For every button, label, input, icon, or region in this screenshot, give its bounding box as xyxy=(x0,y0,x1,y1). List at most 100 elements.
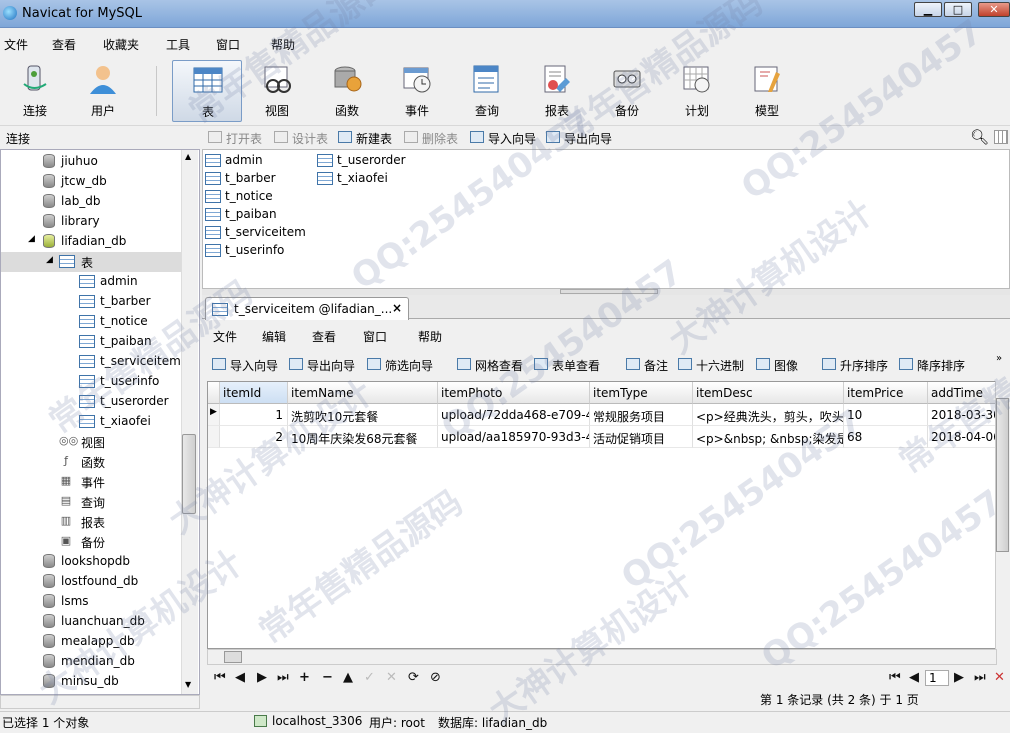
toolbar-view-button[interactable]: 视图 xyxy=(242,60,312,122)
tree-database-item[interactable]: lsms xyxy=(1,592,181,612)
table-cell[interactable]: 2018-04-06 xyxy=(928,426,996,448)
tree-table-item[interactable]: admin xyxy=(1,272,181,292)
toolbar-function-button[interactable]: 函数 xyxy=(312,60,382,122)
menu-view[interactable]: 查看 xyxy=(52,36,76,53)
object-list-table-item[interactable]: t_paiban xyxy=(205,207,277,221)
menu-window[interactable]: 窗口 xyxy=(216,36,240,53)
form-view-button[interactable]: 表单查看 xyxy=(534,357,600,374)
tree-table-item[interactable]: t_userorder xyxy=(1,392,181,412)
tree-group-item[interactable]: ƒ 函数 xyxy=(1,452,181,472)
object-list-table-item[interactable]: t_serviceitem xyxy=(205,225,306,239)
expand-arrow-icon[interactable]: ◢ xyxy=(28,234,35,244)
tree-group-item[interactable]: ▣ 备份 xyxy=(1,532,181,552)
tree-database-item[interactable]: library xyxy=(1,212,181,232)
toolbar-table-button[interactable]: 表 xyxy=(172,60,242,122)
sort-descending-button[interactable]: 降序排序 xyxy=(899,357,965,374)
delete-table-button[interactable]: 删除表 xyxy=(404,130,458,147)
last-page-icon[interactable]: ⏭ xyxy=(974,670,986,685)
export-wizard-button[interactable]: 导出向导 xyxy=(546,130,612,147)
table-cell[interactable]: 1 xyxy=(220,404,288,426)
tree-group-item[interactable]: ▦ 事件 xyxy=(1,472,181,492)
grid-horizontal-thumb[interactable] xyxy=(224,651,242,663)
tree-horizontal-scrollbar[interactable] xyxy=(0,695,200,709)
close-button[interactable]: ✕ xyxy=(978,2,1010,17)
toolbar-event-button[interactable]: 事件 xyxy=(382,60,452,122)
column-header[interactable]: itemType xyxy=(590,382,693,404)
tree-table-item[interactable]: t_serviceitem xyxy=(1,352,181,372)
tree-group-item[interactable]: ▥ 报表 xyxy=(1,512,181,532)
object-list-table-item[interactable]: t_xiaofei xyxy=(317,171,388,185)
menu-help[interactable]: 帮助 xyxy=(271,36,295,53)
scroll-down-arrow-icon[interactable]: ▼ xyxy=(185,680,191,689)
tree-table-item[interactable]: t_paiban xyxy=(1,332,181,352)
menu-favorites[interactable]: 收藏夹 xyxy=(103,36,139,53)
more-tools-chevron-icon[interactable]: » xyxy=(996,353,1002,364)
new-table-button[interactable]: 新建表 xyxy=(338,130,392,147)
toolbar-schedule-button[interactable]: 计划 xyxy=(662,60,732,122)
tree-table-item[interactable]: t_xiaofei xyxy=(1,412,181,432)
column-header[interactable]: itemName xyxy=(288,382,438,404)
column-header[interactable]: itemPrice xyxy=(844,382,928,404)
tree-database-item[interactable]: minsu_db xyxy=(1,672,181,692)
object-list-table-item[interactable]: admin xyxy=(205,153,263,167)
table-cell[interactable]: 2 xyxy=(220,426,288,448)
tree-group-item[interactable]: ◎◎ 视图 xyxy=(1,432,181,452)
tree-database-item[interactable]: lookshopdb xyxy=(1,552,181,572)
column-header[interactable]: itemPhoto xyxy=(438,382,590,404)
minimize-button[interactable]: ▁ xyxy=(914,2,942,17)
tree-vertical-scrollbar[interactable]: ▲ ▼ xyxy=(181,150,198,694)
tree-database-item[interactable]: luanchuan_db xyxy=(1,612,181,632)
grid-vertical-thumb[interactable] xyxy=(996,398,1009,552)
grid-view-button[interactable]: 网格查看 xyxy=(457,357,523,374)
table-cell[interactable]: 10 xyxy=(844,404,928,426)
sort-ascending-button[interactable]: 升序排序 xyxy=(822,357,888,374)
table-cell[interactable]: 常规服务项目 xyxy=(590,404,693,426)
table-cell[interactable]: 洗剪吹10元套餐 xyxy=(288,404,438,426)
column-header[interactable]: itemId xyxy=(220,382,288,404)
next-page-icon[interactable]: ▶ xyxy=(954,670,964,685)
table-cell[interactable]: 活动促销项目 xyxy=(590,426,693,448)
first-page-icon[interactable]: ⏮ xyxy=(889,670,901,685)
open-table-button[interactable]: 打开表 xyxy=(208,130,262,147)
previous-page-icon[interactable]: ◀ xyxy=(909,670,919,685)
toolbar-backup-button[interactable]: 备份 xyxy=(592,60,662,122)
tree-database-item[interactable]: mealapp_db xyxy=(1,632,181,652)
tree-database-item[interactable]: jiuhuo xyxy=(1,152,181,172)
toolbar-user-button[interactable]: 用户 xyxy=(68,60,138,122)
grid-menu-window[interactable]: 窗口 xyxy=(363,328,387,345)
menu-tools[interactable]: 工具 xyxy=(166,36,190,53)
object-list-table-item[interactable]: t_userinfo xyxy=(205,243,284,257)
toolbar-model-button[interactable]: 模型 xyxy=(732,60,802,122)
grid-menu-file[interactable]: 文件 xyxy=(213,328,237,345)
apply-changes-icon[interactable]: ✓ xyxy=(364,670,375,685)
grid-menu-edit[interactable]: 编辑 xyxy=(262,328,286,345)
next-record-icon[interactable]: ▶ xyxy=(257,670,267,685)
maximize-button[interactable]: □ xyxy=(944,2,972,17)
row-indicator[interactable]: ▶ xyxy=(208,404,220,426)
page-number-input[interactable]: 1 xyxy=(925,670,949,686)
tree-database-item[interactable]: lostfound_db xyxy=(1,572,181,592)
close-grid-icon[interactable]: ✕ xyxy=(994,670,1005,685)
previous-record-icon[interactable]: ◀ xyxy=(235,670,245,685)
tree-table-item[interactable]: t_barber xyxy=(1,292,181,312)
toolbar-connection-button[interactable]: 连接 xyxy=(0,60,70,122)
toolbar-report-button[interactable]: 报表 xyxy=(522,60,592,122)
column-header[interactable]: addTime xyxy=(928,382,996,404)
table-cell[interactable]: upload/aa185970-93d3-4 xyxy=(438,426,590,448)
design-table-button[interactable]: 设计表 xyxy=(274,130,328,147)
tree-table-item[interactable]: t_userinfo xyxy=(1,372,181,392)
stop-icon[interactable]: ⊘ xyxy=(430,670,441,685)
grid-import-wizard-button[interactable]: 导入向导 xyxy=(212,357,278,374)
menu-file[interactable]: 文件 xyxy=(4,36,28,53)
tree-tables-node[interactable]: ◢ 表 xyxy=(1,252,181,272)
filter-wizard-button[interactable]: 筛选向导 xyxy=(367,357,433,374)
grid-export-wizard-button[interactable]: 导出向导 xyxy=(289,357,355,374)
object-list-table-item[interactable]: t_barber xyxy=(205,171,276,185)
image-button[interactable]: 图像 xyxy=(756,357,798,374)
tab-t-serviceitem[interactable]: t_serviceitem @lifadian_... × xyxy=(205,297,409,320)
tree-database-item[interactable]: jtcw_db xyxy=(1,172,181,192)
table-cell[interactable]: 2018-03-30 xyxy=(928,404,996,426)
refresh-icon[interactable]: ⟳ xyxy=(408,670,419,685)
grid-view-icon[interactable] xyxy=(994,130,1008,144)
first-record-icon[interactable]: ⏮ xyxy=(214,670,226,685)
